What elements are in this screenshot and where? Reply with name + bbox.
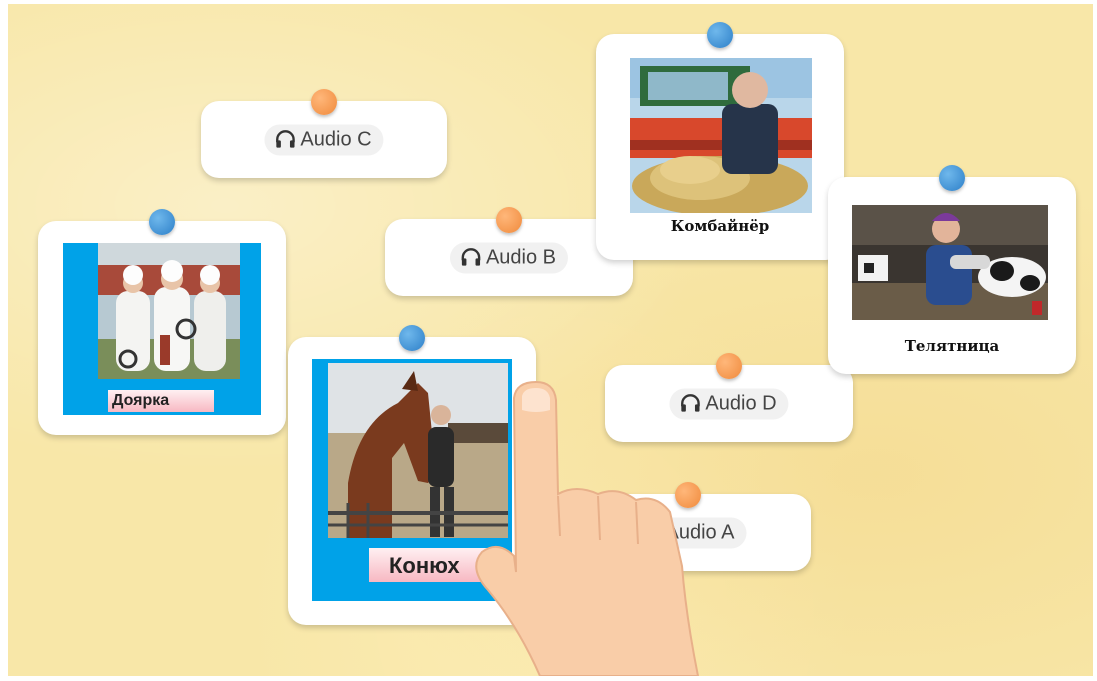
pin-icon bbox=[399, 325, 425, 351]
audio-label: Audio B bbox=[485, 246, 557, 268]
card-caption: Телятница bbox=[904, 337, 1000, 355]
audio-button-c[interactable]: Audio C bbox=[264, 124, 384, 155]
pointing-hand-icon bbox=[475, 380, 700, 676]
headphones-icon bbox=[276, 130, 295, 148]
audio-card-c[interactable]: Audio C bbox=[201, 89, 447, 178]
headphones-icon bbox=[461, 248, 481, 266]
card-caption-label: Доярка bbox=[108, 390, 214, 412]
pin-icon bbox=[716, 353, 742, 379]
activity-board: Audio C Audio B Audio D Audio A Комбайнё… bbox=[8, 4, 1093, 676]
pin-icon bbox=[311, 89, 337, 115]
milkmaid-painting bbox=[98, 243, 240, 379]
image-card-doyarka[interactable]: Доярка bbox=[38, 209, 286, 435]
pin-icon bbox=[707, 22, 733, 48]
card-caption: Доярка bbox=[112, 392, 170, 409]
card-caption: Комбайнёр bbox=[670, 217, 770, 235]
audio-button-b[interactable]: Audio B bbox=[449, 242, 569, 273]
image-card-telyatnitsa[interactable]: Телятница bbox=[828, 165, 1076, 374]
image-card-kombainer[interactable]: Комбайнёр bbox=[596, 22, 844, 260]
calf-feeder-photo bbox=[852, 205, 1048, 320]
audio-label: Audio D bbox=[705, 392, 777, 414]
milkmaid-photo-frame: Доярка bbox=[63, 243, 261, 415]
audio-label: Audio C bbox=[300, 128, 372, 150]
pin-icon bbox=[149, 209, 175, 235]
combine-operator-photo bbox=[630, 58, 812, 213]
pin-icon bbox=[496, 207, 522, 233]
card-caption: Конюх bbox=[389, 553, 460, 578]
pin-icon bbox=[939, 165, 965, 191]
